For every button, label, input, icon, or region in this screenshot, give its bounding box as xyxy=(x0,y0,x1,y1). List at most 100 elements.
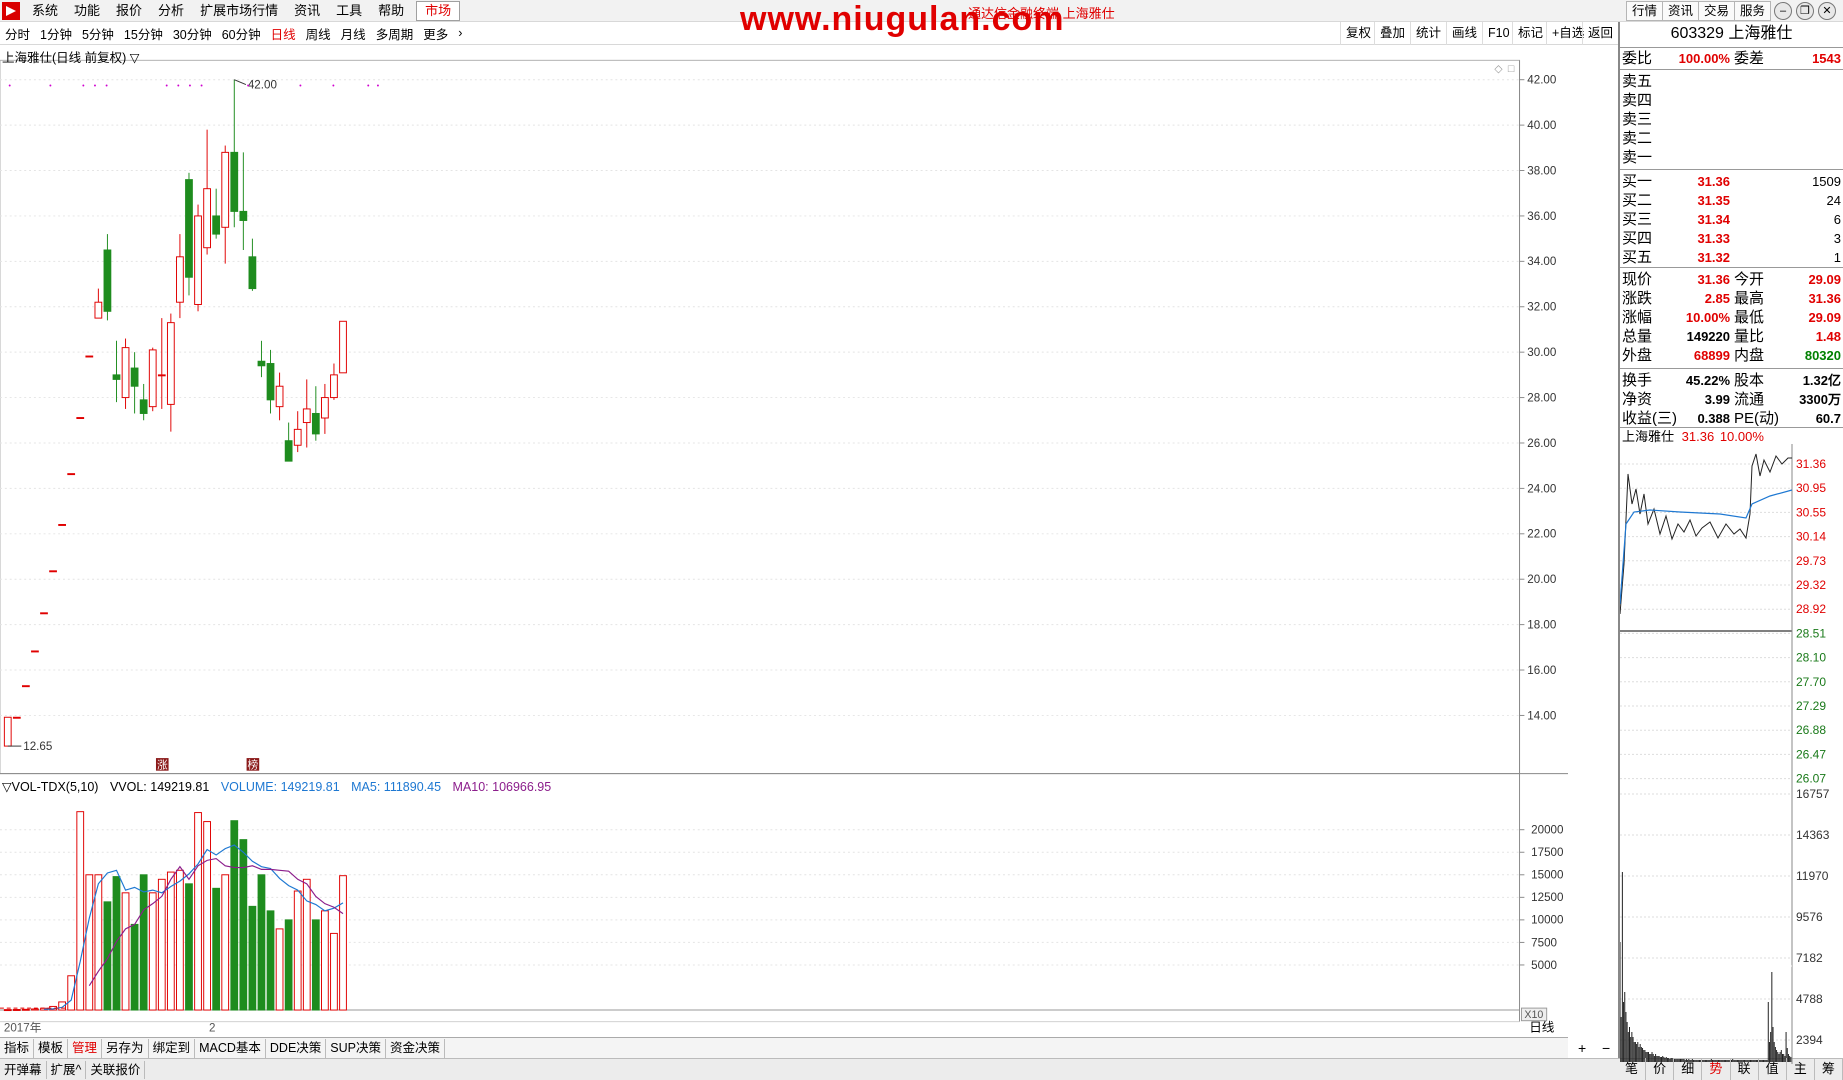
buy-level-volume: 6 xyxy=(1833,212,1841,227)
toolbar-draw[interactable]: 画线 xyxy=(1446,22,1482,45)
candle-body xyxy=(49,570,57,573)
tab-bind-to[interactable]: 绑定到 xyxy=(149,1038,196,1058)
menu-item-tools[interactable]: 工具 xyxy=(328,0,370,22)
weibi-value: 100.00% xyxy=(1678,51,1730,66)
stat-label: 量比 xyxy=(1734,328,1765,345)
restore-icon[interactable]: ❐ xyxy=(1796,2,1814,20)
stat-value: 31.36 xyxy=(1697,272,1730,287)
stat-value: 1.32亿 xyxy=(1802,373,1841,388)
toolbar-fuquan[interactable]: 复权 xyxy=(1340,22,1376,45)
volume-title: ▽VOL-TDX(5,10) VVOL: 149219.81 VOLUME: 1… xyxy=(2,779,559,794)
tab-manage[interactable]: 管理 xyxy=(68,1038,103,1058)
buy-level-label: 买三 xyxy=(1622,211,1653,228)
tab-dde[interactable]: DDE决策 xyxy=(266,1038,327,1058)
rtab-xi[interactable]: 细 xyxy=(1674,1058,1703,1080)
top-button-trade[interactable]: 交易 xyxy=(1698,1,1736,21)
buy-level-price: 31.32 xyxy=(1697,250,1730,265)
intraday-chart[interactable]: 31.36 30.95 30.55 30.14 29.73 29.32 28.92 28.51… xyxy=(1620,444,1843,1064)
stat-value: 29.09 xyxy=(1808,310,1841,325)
period-more[interactable]: 更多 xyxy=(418,24,453,43)
triangle-down-icon[interactable]: ▽ xyxy=(2,780,12,794)
period-fenshi[interactable]: 分时 xyxy=(0,24,35,43)
menu-item-market[interactable]: 市场 xyxy=(416,0,461,21)
period-15min[interactable]: 15分钟 xyxy=(119,24,168,43)
period-30min[interactable]: 30分钟 xyxy=(168,24,217,43)
menu-item-analysis[interactable]: 分析 xyxy=(150,0,192,22)
toolbar-f10[interactable]: F10 xyxy=(1482,22,1515,45)
chevron-right-icon[interactable]: › xyxy=(453,26,467,40)
candle-body xyxy=(166,322,175,405)
intraday-price-line xyxy=(1620,453,1792,615)
volume-bar xyxy=(257,874,266,1011)
kline-chart[interactable]: 42.00 40.00 38.00 36.00 34.00 32.00 30.00 28.00… xyxy=(0,45,1568,1037)
tab-save-as[interactable]: 另存为 xyxy=(102,1038,149,1058)
price-tick-label: 20.00 xyxy=(1527,573,1556,586)
buy-level-volume: 3 xyxy=(1833,231,1841,246)
stat-label: 净资 xyxy=(1622,391,1653,408)
toolbar-overlay[interactable]: 叠加 xyxy=(1374,22,1410,45)
intraday-price-tick: 27.70 xyxy=(1796,675,1826,689)
top-button-news[interactable]: 资讯 xyxy=(1662,1,1700,21)
tab-macd[interactable]: MACD基本 xyxy=(195,1038,266,1058)
weibi-label: 委比 xyxy=(1622,50,1653,67)
period-monthly[interactable]: 月线 xyxy=(336,24,371,43)
menu-item-quote[interactable]: 报价 xyxy=(108,0,150,22)
rtab-lian[interactable]: 联 xyxy=(1731,1058,1759,1080)
extend-toggle[interactable]: 扩展^ xyxy=(47,1060,87,1079)
tab-template[interactable]: 模板 xyxy=(34,1038,69,1058)
menu-item-system[interactable]: 系统 xyxy=(24,0,66,22)
volume-bar xyxy=(76,811,85,1011)
minimize-icon[interactable]: – xyxy=(1774,2,1792,20)
app-logo-icon[interactable] xyxy=(2,1,20,20)
rtab-jia[interactable]: 价 xyxy=(1646,1058,1675,1080)
rtab-zhu[interactable]: 主 xyxy=(1787,1058,1815,1080)
candle-body xyxy=(148,349,157,408)
stat-label: 涨幅 xyxy=(1622,309,1653,326)
rtab-bi[interactable]: 笔 xyxy=(1618,1058,1647,1080)
toolbar-stats[interactable]: 统计 xyxy=(1410,22,1446,45)
toolbar-back[interactable]: 返回 xyxy=(1582,22,1618,45)
period-1min[interactable]: 1分钟 xyxy=(35,24,77,43)
period-multi[interactable]: 多周期 xyxy=(371,24,419,43)
rtab-zhi[interactable]: 值 xyxy=(1759,1058,1787,1080)
candle-body xyxy=(239,210,248,221)
toolbar-mark[interactable]: 标记 xyxy=(1512,22,1548,45)
tab-capital[interactable]: 资金决策 xyxy=(386,1038,446,1058)
period-5min[interactable]: 5分钟 xyxy=(77,24,119,43)
period-weekly[interactable]: 周线 xyxy=(301,24,336,43)
indicator-tab-bar: 指标 模板 管理 另存为 绑定到 MACD基本 DDE决策 SUP决策 资金决策… xyxy=(0,1037,1610,1058)
zoom-in-button[interactable]: + xyxy=(1578,1040,1586,1056)
stock-name: 上海雅仕 xyxy=(1728,25,1793,42)
tab-sup[interactable]: SUP决策 xyxy=(326,1038,386,1058)
danmaku-toggle[interactable]: 开弹幕 xyxy=(0,1060,47,1079)
buy-level-price: 31.36 xyxy=(1697,174,1730,189)
period-daily[interactable]: 日线 xyxy=(266,24,301,43)
volume-bar xyxy=(31,1008,39,1011)
high-label: 42.00 xyxy=(248,78,277,91)
top-button-market[interactable]: 行情 xyxy=(1626,1,1664,21)
candle-body xyxy=(103,249,112,312)
diamond-icon: ◇ xyxy=(1494,63,1503,75)
stat-label: 最高 xyxy=(1734,290,1765,307)
candle-body xyxy=(130,367,139,387)
menu-item-news[interactable]: 资讯 xyxy=(286,0,328,22)
top-button-service[interactable]: 服务 xyxy=(1734,1,1772,21)
stat-label: 总量 xyxy=(1622,328,1653,345)
zoom-out-button[interactable]: − xyxy=(1602,1040,1610,1056)
period-60min[interactable]: 60分钟 xyxy=(217,24,266,43)
close-icon[interactable]: ✕ xyxy=(1818,2,1836,20)
candle-body xyxy=(157,374,166,377)
triangle-down-icon[interactable]: ▽ xyxy=(130,51,140,65)
menu-item-extended-market[interactable]: 扩展市场行情 xyxy=(192,0,286,22)
tab-indicator[interactable]: 指标 xyxy=(0,1038,35,1058)
rtab-chou[interactable]: 筹 xyxy=(1815,1058,1843,1080)
rtab-shi[interactable]: 势 xyxy=(1702,1058,1731,1080)
linked-quote-toggle[interactable]: 关联报价 xyxy=(86,1060,146,1079)
sell-level-label: 卖五 xyxy=(1622,73,1653,90)
price-tick-label: 34.00 xyxy=(1527,255,1556,268)
status-bar: 开弹幕 扩展^ 关联报价 xyxy=(0,1058,1843,1080)
menu-item-help[interactable]: 帮助 xyxy=(370,0,412,22)
volume-bar xyxy=(148,892,157,1011)
menu-item-function[interactable]: 功能 xyxy=(66,0,108,22)
candle-body xyxy=(67,473,76,476)
